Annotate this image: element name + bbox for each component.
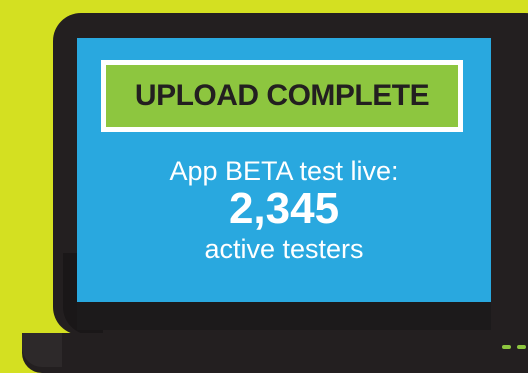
status-led-dot <box>502 345 511 349</box>
tester-count-label: active testers <box>204 234 364 264</box>
upload-complete-badge: UPLOAD COMPLETE <box>101 60 463 132</box>
status-led-icon <box>502 345 526 349</box>
laptop-base <box>22 333 528 373</box>
laptop-lid: UPLOAD COMPLETE App BETA test live: 2,34… <box>53 13 528 335</box>
tester-count: 2,345 <box>228 184 340 233</box>
status-led-dot <box>517 345 526 349</box>
upload-status-label: UPLOAD COMPLETE <box>134 79 430 112</box>
laptop-screen: UPLOAD COMPLETE App BETA test live: 2,34… <box>77 38 491 330</box>
laptop-base-highlight <box>22 333 62 367</box>
screen-bezel-shadow <box>77 302 491 330</box>
beta-headline: App BETA test live: <box>169 156 399 186</box>
